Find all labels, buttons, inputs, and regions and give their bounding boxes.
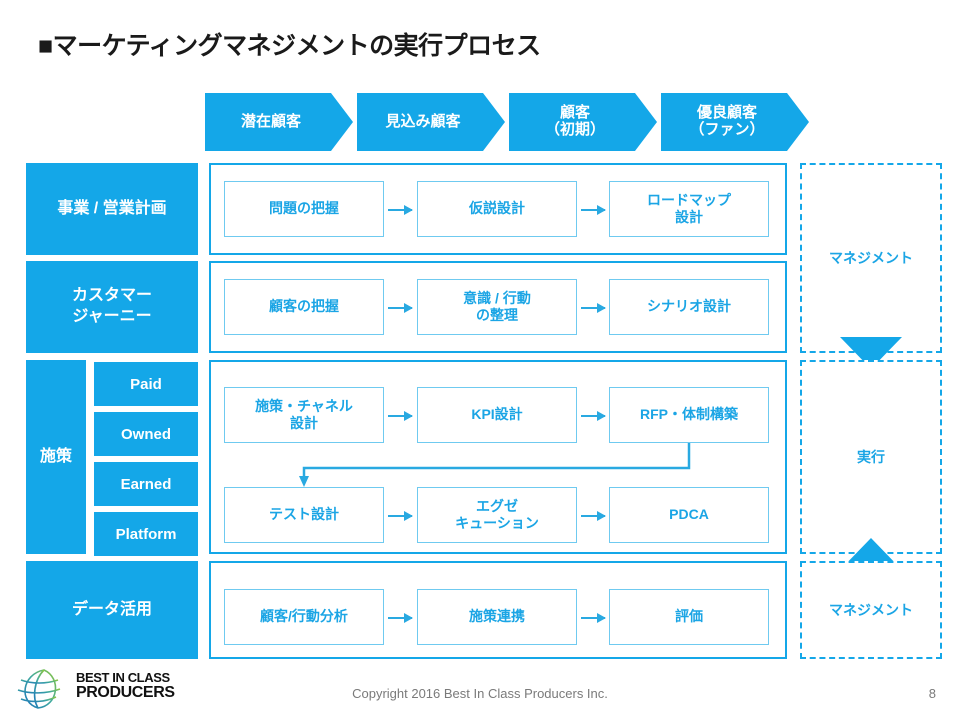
flow-arrow-icon bbox=[388, 411, 413, 421]
process-box: 意識 / 行動 の整理 bbox=[417, 279, 577, 335]
slide-canvas: ■マーケティングマネジメントの実行プロセス 潜在顧客 見込み顧客 顧客 （初期） … bbox=[0, 0, 960, 720]
row-label-customer-journey: カスタマー ジャーニー bbox=[26, 261, 198, 353]
process-box: 評価 bbox=[609, 589, 769, 645]
sub-label-paid: Paid bbox=[94, 362, 198, 406]
process-box: テスト設計 bbox=[224, 487, 384, 543]
process-box: 顧客の把握 bbox=[224, 279, 384, 335]
process-box: 問題の把握 bbox=[224, 181, 384, 237]
process-box: エグゼ キューション bbox=[417, 487, 577, 543]
process-box: RFP・体制構築 bbox=[609, 387, 769, 443]
row-label-data-utilization: データ活用 bbox=[26, 561, 198, 659]
process-box: 顧客/行動分析 bbox=[224, 589, 384, 645]
page-title: ■マーケティングマネジメントの実行プロセス bbox=[38, 32, 541, 60]
phase-box-execution: 実行 bbox=[800, 360, 942, 554]
process-box: シナリオ設計 bbox=[609, 279, 769, 335]
flow-arrow-icon bbox=[388, 205, 413, 215]
flow-arrow-icon bbox=[581, 411, 606, 421]
stage-chevron-loyal: 優良顧客 （ファン） bbox=[661, 93, 809, 151]
sub-label-earned: Earned bbox=[94, 462, 198, 506]
sub-label-platform: Platform bbox=[94, 512, 198, 556]
phase-box-management-bottom: マネジメント bbox=[800, 561, 942, 659]
flow-arrow-icon bbox=[388, 613, 413, 623]
process-box: ロードマップ 設計 bbox=[609, 181, 769, 237]
page-number: 8 bbox=[928, 686, 936, 701]
flow-arrow-icon bbox=[388, 511, 413, 521]
flow-arrow-icon bbox=[581, 511, 606, 521]
flow-arrow-icon bbox=[388, 303, 413, 313]
process-box: 仮説設計 bbox=[417, 181, 577, 237]
stage-chevron-potential: 潜在顧客 bbox=[205, 93, 353, 151]
logo-line-1: BEST IN CLASS bbox=[76, 670, 170, 685]
phase-box-management-top: マネジメント bbox=[800, 163, 942, 353]
process-box: 施策・チャネル 設計 bbox=[224, 387, 384, 443]
stage-chevron-prospect: 見込み顧客 bbox=[357, 93, 505, 151]
process-box: PDCA bbox=[609, 487, 769, 543]
copyright-text: Copyright 2016 Best In Class Producers I… bbox=[352, 686, 608, 701]
flow-arrow-icon bbox=[581, 613, 606, 623]
stage-chevron-customer: 顧客 （初期） bbox=[509, 93, 657, 151]
flow-arrow-icon bbox=[581, 205, 606, 215]
process-box: 施策連携 bbox=[417, 589, 577, 645]
row-label-business-plan: 事業 / 営業計画 bbox=[26, 163, 198, 255]
process-box: KPI設計 bbox=[417, 387, 577, 443]
row-label-measures: 施策 bbox=[26, 360, 86, 554]
flow-arrow-icon bbox=[581, 303, 606, 313]
sub-label-owned: Owned bbox=[94, 412, 198, 456]
